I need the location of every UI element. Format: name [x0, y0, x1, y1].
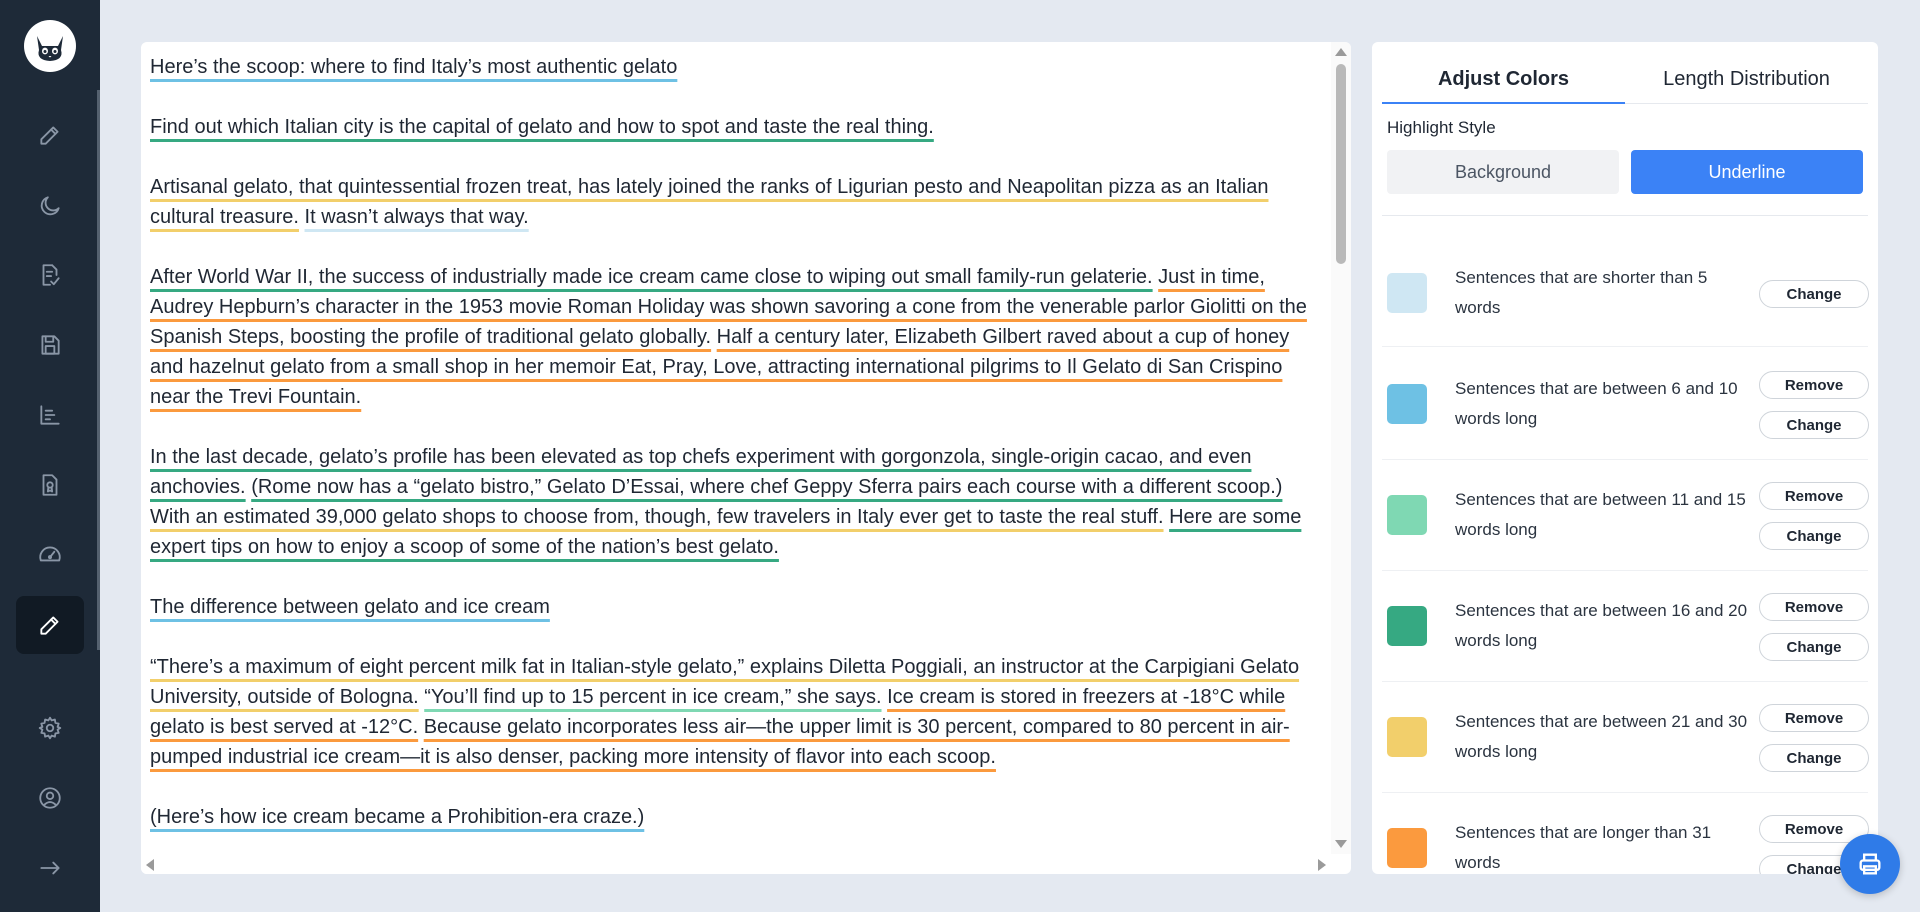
moon-icon[interactable] — [16, 177, 84, 235]
sentence[interactable]: The difference between gelato and ice cr… — [150, 596, 550, 618]
divider — [1382, 215, 1868, 216]
sentence[interactable]: Here’s the scoop: where to find Italy’s … — [150, 56, 677, 78]
sentence[interactable]: After World War II, the success of indus… — [150, 266, 1153, 288]
color-swatch[interactable] — [1387, 828, 1427, 868]
arrow-right-icon[interactable] — [16, 839, 84, 897]
save-icon[interactable] — [16, 316, 84, 374]
horizontal-scrollbar[interactable] — [141, 854, 1331, 874]
paragraph[interactable]: After World War II, the success of indus… — [150, 262, 1320, 412]
remove-button[interactable]: Remove — [1759, 482, 1869, 510]
tab-length-distribution[interactable]: Length Distribution — [1625, 42, 1868, 103]
checklist-document-icon[interactable] — [16, 246, 84, 304]
remove-button[interactable]: Remove — [1759, 371, 1869, 399]
print-button[interactable] — [1840, 834, 1900, 894]
panel-tabs: Adjust Colors Length Distribution — [1382, 42, 1868, 104]
sentence[interactable]: It wasn’t always that way. — [305, 206, 529, 228]
highlight-style-label: Highlight Style — [1387, 118, 1496, 137]
highlighter-icon[interactable] — [16, 596, 84, 654]
change-button[interactable]: Change — [1759, 280, 1869, 308]
bar-chart-icon[interactable] — [16, 386, 84, 444]
pencil-icon[interactable] — [16, 106, 84, 164]
rule-label: Sentences that are between 21 and 30 wor… — [1455, 712, 1748, 761]
color-swatch[interactable] — [1387, 495, 1427, 535]
rule-label: Sentences that are between 16 and 20 wor… — [1455, 601, 1748, 650]
rule-label: Sentences that are between 6 and 10 word… — [1455, 379, 1738, 428]
sentence[interactable]: “You’ll find up to 15 percent in ice cre… — [424, 686, 881, 708]
paragraph[interactable]: Find out which Italian city is the capit… — [150, 112, 1320, 142]
color-rule-row: Sentences that are longer than 31 words R… — [1382, 794, 1869, 874]
scroll-left-icon[interactable] — [146, 859, 154, 871]
settings-panel: Adjust Colors Length Distribution Highli… — [1372, 42, 1878, 874]
rule-label: Sentences that are shorter than 5 words — [1455, 268, 1708, 317]
scroll-thumb[interactable] — [1336, 64, 1346, 264]
color-rule-row: Sentences that are between 6 and 10 word… — [1382, 350, 1869, 460]
gear-icon[interactable] — [16, 699, 84, 757]
editor-content[interactable]: Here’s the scoop: where to find Italy’s … — [150, 52, 1320, 862]
paragraph[interactable]: In the last decade, gelato’s profile has… — [150, 442, 1320, 562]
change-button[interactable]: Change — [1759, 633, 1869, 661]
sidebar-scrollbar[interactable] — [97, 90, 100, 650]
scroll-up-icon[interactable] — [1335, 48, 1347, 56]
underline-style-button[interactable]: Underline — [1631, 150, 1863, 194]
sidebar — [0, 0, 100, 912]
paragraph[interactable]: Artisanal gelato, that quintessential fr… — [150, 172, 1320, 232]
paragraph[interactable]: The difference between gelato and ice cr… — [150, 592, 1320, 622]
color-swatch[interactable] — [1387, 717, 1427, 757]
remove-button[interactable]: Remove — [1759, 593, 1869, 621]
text-editor[interactable]: Here’s the scoop: where to find Italy’s … — [141, 42, 1351, 874]
color-swatch[interactable] — [1387, 273, 1427, 313]
paragraph[interactable]: “There’s a maximum of eight percent milk… — [150, 652, 1320, 772]
color-rule-row: Sentences that are between 21 and 30 wor… — [1382, 683, 1869, 793]
scroll-right-icon[interactable] — [1318, 859, 1326, 871]
scroll-down-icon[interactable] — [1335, 840, 1347, 848]
color-swatch[interactable] — [1387, 606, 1427, 646]
sentence[interactable]: (Rome now has a “gelato bistro,” Gelato … — [251, 476, 1282, 498]
paragraph[interactable]: (Here’s how ice cream became a Prohibiti… — [150, 802, 1320, 832]
color-rule-row: Sentences that are shorter than 5 words C… — [1382, 239, 1869, 347]
gauge-icon[interactable] — [16, 526, 84, 584]
cat-logo-icon[interactable] — [24, 20, 76, 72]
document-award-icon[interactable] — [16, 456, 84, 514]
paragraph[interactable]: Here’s the scoop: where to find Italy’s … — [150, 52, 1320, 82]
sentence[interactable]: With an estimated 39,000 gelato shops to… — [150, 506, 1164, 528]
rule-label: Sentences that are between 11 and 15 wor… — [1455, 490, 1746, 539]
tab-adjust-colors[interactable]: Adjust Colors — [1382, 42, 1625, 104]
background-style-button[interactable]: Background — [1387, 150, 1619, 194]
rule-label: Sentences that are longer than 31 words — [1455, 823, 1712, 872]
color-rule-row: Sentences that are between 16 and 20 wor… — [1382, 572, 1869, 682]
remove-button[interactable]: Remove — [1759, 704, 1869, 732]
user-circle-icon[interactable] — [16, 769, 84, 827]
sentence[interactable]: (Here’s how ice cream became a Prohibiti… — [150, 806, 644, 828]
change-button[interactable]: Change — [1759, 411, 1869, 439]
print-icon — [1859, 853, 1881, 875]
change-button[interactable]: Change — [1759, 522, 1869, 550]
color-rule-row: Sentences that are between 11 and 15 wor… — [1382, 461, 1869, 571]
sentence[interactable]: Find out which Italian city is the capit… — [150, 116, 934, 138]
color-swatch[interactable] — [1387, 384, 1427, 424]
vertical-scrollbar[interactable] — [1331, 42, 1351, 854]
change-button[interactable]: Change — [1759, 744, 1869, 772]
